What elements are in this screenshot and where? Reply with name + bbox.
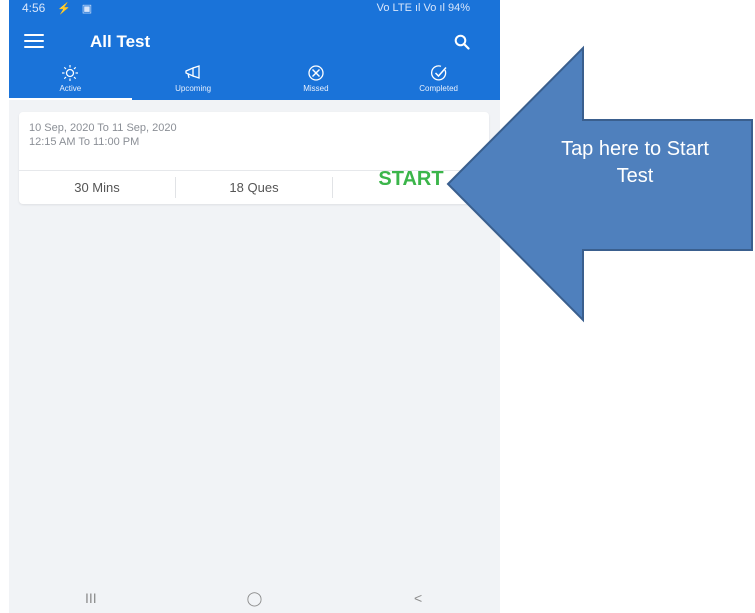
phone-screen: 4:56 ⚡ ▣ Vo LTE ıl Vo ıl 94% All Test Ac… — [9, 0, 500, 613]
test-card: 10 Sep, 2020 To 11 Sep, 2020 12:15 AM To… — [19, 112, 489, 204]
megaphone-icon — [185, 65, 200, 79]
start-button[interactable]: START — [378, 168, 443, 191]
tab-bar: Active Upcoming Missed Completed — [9, 62, 500, 100]
tab-missed[interactable]: Missed — [255, 62, 378, 100]
tab-label: Active — [59, 84, 82, 93]
status-notification-icons: ⚡ ▣ — [57, 3, 97, 15]
tab-upcoming[interactable]: Upcoming — [132, 62, 255, 100]
question-count: 18 Ques — [229, 180, 279, 195]
missed-icon — [308, 65, 324, 81]
status-bar: 4:56 ⚡ ▣ Vo LTE ıl Vo ıl 94% — [9, 0, 500, 20]
callout-line-2: Test — [616, 165, 654, 187]
menu-icon[interactable] — [24, 34, 44, 50]
status-signal-battery: Vo LTE ıl Vo ıl 94% — [376, 2, 470, 14]
test-duration: 30 Mins — [74, 180, 120, 195]
test-date-range: 10 Sep, 2020 To 11 Sep, 2020 — [29, 122, 177, 134]
app-bar: 4:56 ⚡ ▣ Vo LTE ıl Vo ıl 94% All Test Ac… — [9, 0, 500, 100]
tab-active[interactable]: Active — [9, 62, 132, 100]
sun-icon — [62, 65, 79, 81]
tab-label: Missed — [303, 84, 329, 93]
tab-label: Upcoming — [175, 84, 212, 93]
test-card-footer: 30 Mins 18 Ques START — [19, 168, 489, 204]
callout-text: Tap here to Start Test — [520, 136, 750, 190]
home-button[interactable]: ◯ — [224, 590, 284, 607]
callout-line-1: Tap here to Start — [561, 138, 709, 160]
title-bar: All Test — [9, 24, 500, 64]
test-time-range: 12:15 AM To 11:00 PM — [29, 136, 140, 148]
page-title: All Test — [90, 32, 151, 51]
back-button[interactable]: < — [388, 590, 448, 606]
system-nav-bar: III ◯ < — [9, 583, 500, 613]
recents-button[interactable]: III — [61, 590, 121, 606]
status-time: 4:56 — [22, 1, 46, 15]
